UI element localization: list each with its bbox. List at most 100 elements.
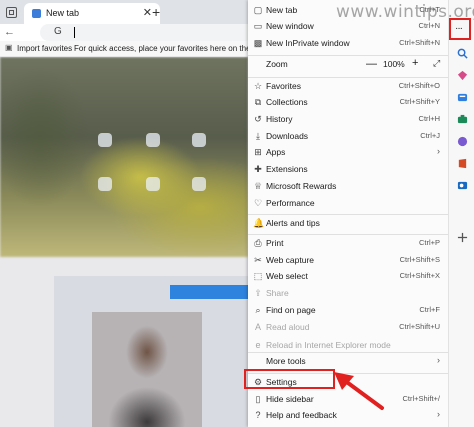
tab-actions-icon[interactable] bbox=[6, 7, 17, 18]
tab-new-tab[interactable]: New tab ✕ bbox=[24, 3, 160, 24]
rewards-icon: ♕ bbox=[253, 181, 263, 191]
menu-item-alerts-and-tips[interactable]: 🔔 Alerts and tips bbox=[248, 215, 448, 231]
menu-item-label: New tab bbox=[266, 5, 298, 15]
address-input[interactable]: G bbox=[40, 24, 248, 41]
new-tab-page bbox=[0, 57, 248, 427]
menu-item-extensions[interactable]: ✚ Extensions bbox=[248, 161, 448, 177]
menu-item-label: Extensions bbox=[266, 164, 308, 174]
menu-item-find-on-page[interactable]: ⌕ Find on page Ctrl+F bbox=[248, 302, 448, 318]
extensions-icon: ✚ bbox=[254, 164, 262, 174]
menu-item-web-select[interactable]: ⬚ Web select Ctrl+Shift+X bbox=[248, 268, 448, 284]
outlook-icon[interactable] bbox=[457, 180, 468, 191]
office-icon[interactable] bbox=[457, 158, 468, 169]
favorites-icon: ☆ bbox=[253, 81, 263, 91]
menu-item-label: Microsoft Rewards bbox=[266, 181, 337, 191]
zoom-in-button[interactable]: + bbox=[412, 57, 418, 69]
tab-title: New tab bbox=[46, 8, 80, 18]
zoom-out-button[interactable]: — bbox=[366, 58, 377, 70]
new-tab-button[interactable]: + bbox=[152, 4, 160, 20]
shortcut-label: Ctrl+Shift+/ bbox=[402, 394, 440, 403]
menu-item-label: Read aloud bbox=[266, 322, 310, 332]
address-bar-row: ← G bbox=[0, 24, 248, 41]
news-image bbox=[92, 312, 202, 427]
find-icon: ⌕ bbox=[255, 305, 261, 315]
background-image bbox=[0, 57, 248, 257]
close-tab-icon[interactable]: ✕ bbox=[143, 6, 152, 19]
pointer-arrow bbox=[334, 372, 384, 410]
menu-item-performance[interactable]: ♡ Performance bbox=[248, 195, 448, 211]
import-favorites-link[interactable]: Import favorites bbox=[17, 44, 72, 53]
performance-icon: ♡ bbox=[253, 198, 263, 208]
print-icon: ⎙ bbox=[254, 238, 262, 248]
shortcut-label: Ctrl+Shift+U bbox=[399, 322, 440, 331]
edge-sidebar bbox=[448, 0, 474, 427]
chevron-right-icon: › bbox=[437, 409, 440, 419]
games-icon[interactable] bbox=[457, 136, 468, 147]
menu-item-history[interactable]: ↺ History Ctrl+H bbox=[248, 111, 448, 127]
quick-link-tile[interactable] bbox=[98, 133, 112, 147]
menu-item-share: ⇪ Share bbox=[248, 285, 448, 301]
collections-sidebar-icon[interactable] bbox=[457, 92, 468, 103]
menu-item-label: New InPrivate window bbox=[266, 38, 350, 48]
shortcut-label: Ctrl+Shift+X bbox=[399, 271, 440, 280]
import-favorites-icon: ▣ bbox=[5, 43, 13, 52]
watermark: www.wintips.org bbox=[336, 2, 474, 22]
menu-item-label: Print bbox=[266, 238, 284, 248]
shortcut-label: Ctrl+F bbox=[419, 305, 440, 314]
menu-item-label: New window bbox=[266, 21, 314, 31]
menu-item-label: Reload in Internet Explorer mode bbox=[266, 340, 391, 350]
help-icon: ? bbox=[255, 410, 261, 420]
fullscreen-icon[interactable]: ⤢ bbox=[433, 58, 440, 69]
new-tab-favicon-icon bbox=[32, 9, 41, 18]
share-icon: ⇪ bbox=[254, 288, 262, 298]
quick-link-tile[interactable] bbox=[192, 133, 206, 147]
settings-highlight-box bbox=[244, 369, 335, 389]
tab-strip: New tab ✕ + bbox=[0, 0, 248, 24]
zoom-icon bbox=[253, 59, 263, 69]
more-tools-icon bbox=[253, 356, 263, 366]
quick-link-tile[interactable] bbox=[98, 177, 112, 191]
shortcut-label: Ctrl+Shift+N bbox=[399, 38, 440, 47]
favorites-bar: ▣ Import favorites For quick access, pla… bbox=[0, 41, 299, 57]
shortcut-label: Ctrl+Shift+S bbox=[399, 255, 440, 264]
menu-item-label: Web capture bbox=[266, 255, 315, 265]
hide-sidebar-icon: ▯ bbox=[255, 394, 261, 404]
shortcut-label: Ctrl+H bbox=[418, 114, 440, 123]
menu-item-more-tools[interactable]: More tools › bbox=[248, 353, 448, 369]
search-icon[interactable] bbox=[457, 48, 468, 59]
shopping-icon[interactable] bbox=[457, 70, 468, 81]
history-icon: ↺ bbox=[254, 114, 262, 124]
inprivate-icon: ▩ bbox=[253, 38, 263, 48]
settings-and-more-menu: ▢ New tab Ctrl+T ▭ New window Ctrl+N ▩ New InPr… bbox=[248, 0, 448, 427]
new-window-icon: ▭ bbox=[253, 21, 263, 31]
menu-item-apps[interactable]: ⊞ Apps › bbox=[248, 144, 448, 160]
menu-item-collections[interactable]: ⧉ Collections Ctrl+Shift+Y bbox=[248, 94, 448, 110]
menu-item-label: Apps bbox=[266, 147, 286, 157]
menu-item-label: Favorites bbox=[266, 81, 301, 91]
add-icon[interactable] bbox=[457, 232, 468, 243]
menu-item-microsoft-rewards[interactable]: ♕ Microsoft Rewards bbox=[248, 178, 448, 194]
menu-item-label: Zoom bbox=[266, 59, 288, 69]
read-aloud-icon: A bbox=[254, 322, 261, 332]
quick-link-tile[interactable] bbox=[146, 177, 160, 191]
more-icon: ··· bbox=[455, 23, 463, 34]
menu-item-print[interactable]: ⎙ Print Ctrl+P bbox=[248, 235, 448, 251]
quick-link-tile[interactable] bbox=[192, 177, 206, 191]
shortcut-label: Ctrl+Shift+Y bbox=[399, 97, 440, 106]
menu-item-label: Share bbox=[266, 288, 289, 298]
back-icon[interactable]: ← bbox=[4, 26, 15, 38]
menu-item-web-capture[interactable]: ✂ Web capture Ctrl+Shift+S bbox=[248, 252, 448, 268]
menu-item-label: Alerts and tips bbox=[266, 218, 320, 228]
tools-icon[interactable] bbox=[457, 114, 468, 125]
apps-icon: ⊞ bbox=[254, 147, 262, 157]
menu-item-new-inprivate-window[interactable]: ▩ New InPrivate window Ctrl+Shift+N bbox=[248, 35, 448, 51]
menu-item-downloads[interactable]: ⤓ Downloads Ctrl+J bbox=[248, 128, 448, 144]
downloads-icon: ⤓ bbox=[256, 131, 260, 141]
web-select-icon: ⬚ bbox=[253, 271, 263, 281]
menu-item-label: History bbox=[266, 114, 293, 124]
menu-item-read-aloud: A Read aloud Ctrl+Shift+U bbox=[248, 319, 448, 335]
menu-item-label: Performance bbox=[266, 198, 315, 208]
quick-link-tile[interactable] bbox=[146, 133, 160, 147]
menu-item-label: Web select bbox=[266, 271, 308, 281]
menu-item-favorites[interactable]: ☆ Favorites Ctrl+Shift+O bbox=[248, 78, 448, 94]
